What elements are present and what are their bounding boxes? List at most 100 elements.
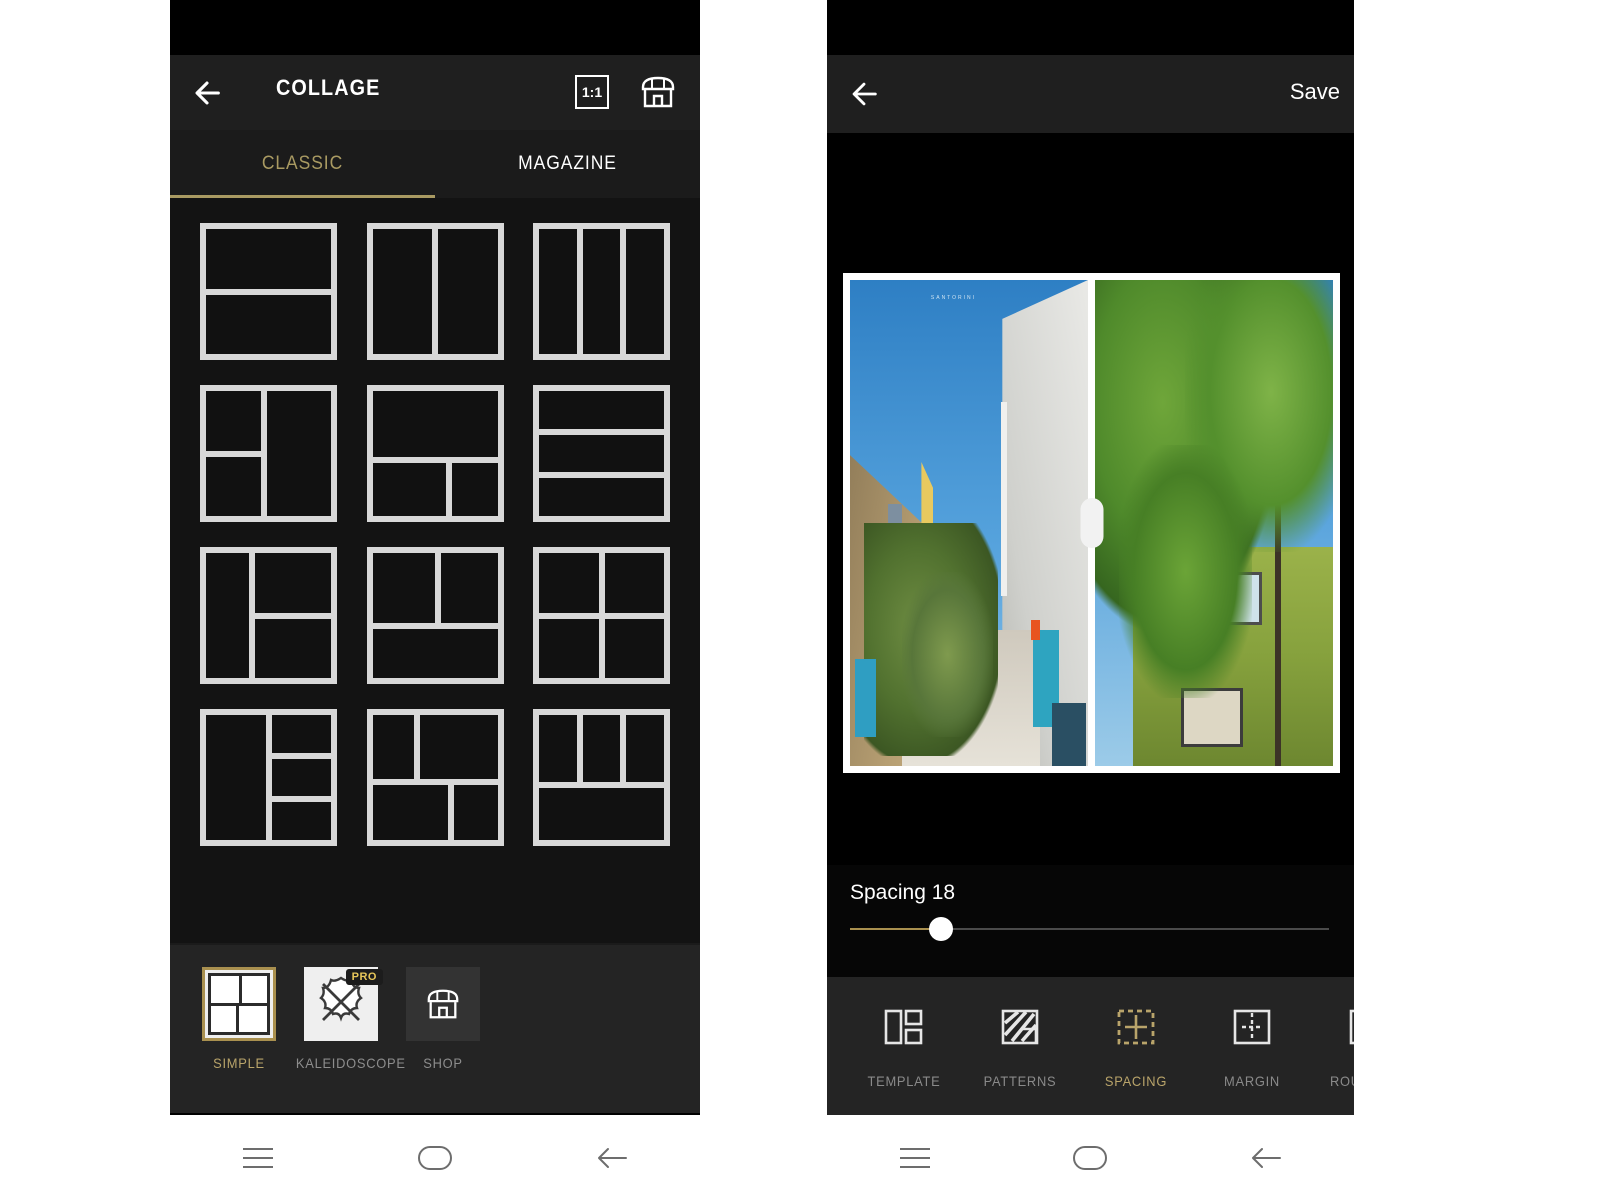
recents-button[interactable] — [223, 1135, 293, 1181]
mode-shop-label: SHOP — [423, 1055, 463, 1071]
shop-icon — [406, 967, 480, 1041]
collage-header: COLLAGE 1:1 — [170, 55, 700, 130]
collage-editor-screen: Save SANTORINI Spacing 18 TEMPLATE PATTE… — [827, 55, 1354, 1115]
template-two-rows[interactable] — [200, 223, 337, 360]
save-button[interactable]: Save — [1290, 79, 1340, 105]
template-four-quadrants[interactable] — [533, 547, 670, 684]
template-row — [372, 715, 498, 779]
kaleidoscope-icon: PRO — [304, 967, 383, 1041]
template-cell — [206, 229, 331, 289]
editor-toolbar: TEMPLATE PATTERNS SPACING MARGIN ROUNDING — [827, 977, 1354, 1115]
drag-handle[interactable] — [1080, 498, 1103, 548]
template-cell — [206, 391, 262, 451]
template-cell — [438, 229, 498, 354]
mode-kaleidoscope[interactable]: PRO KALEIDOSCOPE — [292, 967, 405, 1071]
template-cell — [539, 391, 664, 429]
template-left-tall-right-stack[interactable] — [200, 709, 337, 846]
template-cell — [440, 553, 498, 624]
template-row — [539, 391, 664, 429]
pro-badge: PRO — [345, 969, 383, 985]
template-col — [254, 553, 331, 678]
template-cell — [206, 553, 249, 678]
template-row — [539, 478, 664, 517]
back-arrow-icon[interactable] — [190, 76, 224, 110]
template-grid-row — [170, 709, 700, 846]
template-cell — [604, 618, 664, 678]
template-row — [372, 229, 498, 354]
tab-classic[interactable]: CLASSIC — [181, 130, 425, 198]
template-two-columns[interactable] — [366, 223, 504, 360]
editor-tool-margin[interactable]: MARGIN — [1197, 1001, 1307, 1089]
template-row — [206, 715, 331, 841]
template-cell — [539, 478, 664, 517]
template-cell — [372, 715, 415, 779]
template-cell — [539, 229, 577, 354]
editor-tool-label: TEMPLATE — [867, 1073, 941, 1089]
template-three-top-one-bottom[interactable] — [533, 709, 670, 846]
template-cell — [454, 784, 498, 840]
trailer-tree-photo[interactable] — [1095, 280, 1333, 766]
template-cell — [539, 553, 599, 613]
template-top-wide-bottom-two[interactable] — [366, 385, 504, 522]
collage-preview[interactable]: SANTORINI — [843, 273, 1340, 773]
editor-tool-template[interactable]: TEMPLATE — [849, 1001, 959, 1089]
template-row — [372, 463, 498, 516]
editor-header: Save — [827, 55, 1354, 133]
grid-thumbnail-icon — [202, 967, 276, 1041]
mode-simple[interactable]: SIMPLE — [190, 967, 288, 1071]
template-cell — [420, 715, 498, 779]
template-cell — [206, 715, 266, 840]
tab-magazine[interactable]: MAGAZINE — [446, 130, 690, 198]
rounding-icon — [1313, 1001, 1354, 1053]
spacing-slider[interactable] — [850, 917, 1329, 941]
template-cell — [206, 294, 331, 354]
recents-button[interactable] — [880, 1135, 950, 1181]
template-grid[interactable] — [170, 198, 700, 943]
patterns-icon — [965, 1001, 1075, 1053]
editor-tool-spacing[interactable]: SPACING — [1081, 1001, 1191, 1089]
editor-tool-rounding[interactable]: ROUNDING — [1313, 1001, 1354, 1089]
template-row — [206, 391, 331, 516]
left-phone-frame: COLLAGE 1:1 CLASSIC MAGAZINE SIMPLE PRO … — [170, 0, 700, 1200]
collage-template-screen: COLLAGE 1:1 CLASSIC MAGAZINE SIMPLE PRO … — [170, 55, 700, 1113]
spacing-label: Spacing 18 — [850, 881, 956, 904]
mode-shop[interactable]: SHOP — [394, 967, 492, 1071]
template-cell — [254, 553, 331, 613]
template-three-rows[interactable] — [533, 385, 670, 522]
aspect-ratio-button[interactable]: 1:1 — [575, 75, 609, 109]
shop-icon[interactable] — [638, 73, 678, 111]
template-row — [539, 618, 664, 678]
editor-tool-patterns[interactable]: PATTERNS — [965, 1001, 1075, 1089]
template-row — [206, 553, 331, 678]
template-cell — [626, 715, 665, 783]
spacing-slider-fill — [850, 928, 941, 930]
template-cell — [539, 715, 577, 783]
alley-photo[interactable]: SANTORINI — [850, 280, 1088, 766]
template-row — [206, 229, 331, 289]
editor-tool-label: ROUNDING — [1329, 1073, 1354, 1089]
home-button[interactable] — [400, 1135, 470, 1181]
back-button[interactable] — [1231, 1135, 1301, 1181]
template-two-top-one-bottom[interactable] — [366, 547, 504, 684]
mode-toolbar: SIMPLE PRO KALEIDOSCOPE SHOP — [170, 945, 700, 1113]
template-cell — [626, 229, 665, 354]
back-button[interactable] — [577, 1135, 647, 1181]
android-navbar-right — [827, 1115, 1354, 1200]
template-left-split-right-tall[interactable] — [200, 385, 337, 522]
template-cell — [267, 391, 331, 516]
spacing-slider-thumb[interactable] — [929, 917, 953, 941]
template-three-columns[interactable] — [533, 223, 670, 360]
editor-tool-label: PATTERNS — [983, 1073, 1057, 1089]
android-navbar-left — [170, 1115, 700, 1200]
template-row — [372, 784, 498, 840]
home-button[interactable] — [1055, 1135, 1125, 1181]
template-left-tall-right-split[interactable] — [200, 547, 337, 684]
template-cell — [539, 788, 664, 840]
back-arrow-icon[interactable] — [847, 77, 881, 111]
category-tabs: CLASSIC MAGAZINE — [170, 130, 700, 198]
mode-simple-label: SIMPLE — [213, 1055, 265, 1071]
template-mixed-five[interactable] — [366, 709, 504, 846]
spacing-panel: Spacing 18 — [827, 865, 1354, 977]
template-row — [539, 553, 664, 613]
template-cell — [539, 618, 599, 678]
